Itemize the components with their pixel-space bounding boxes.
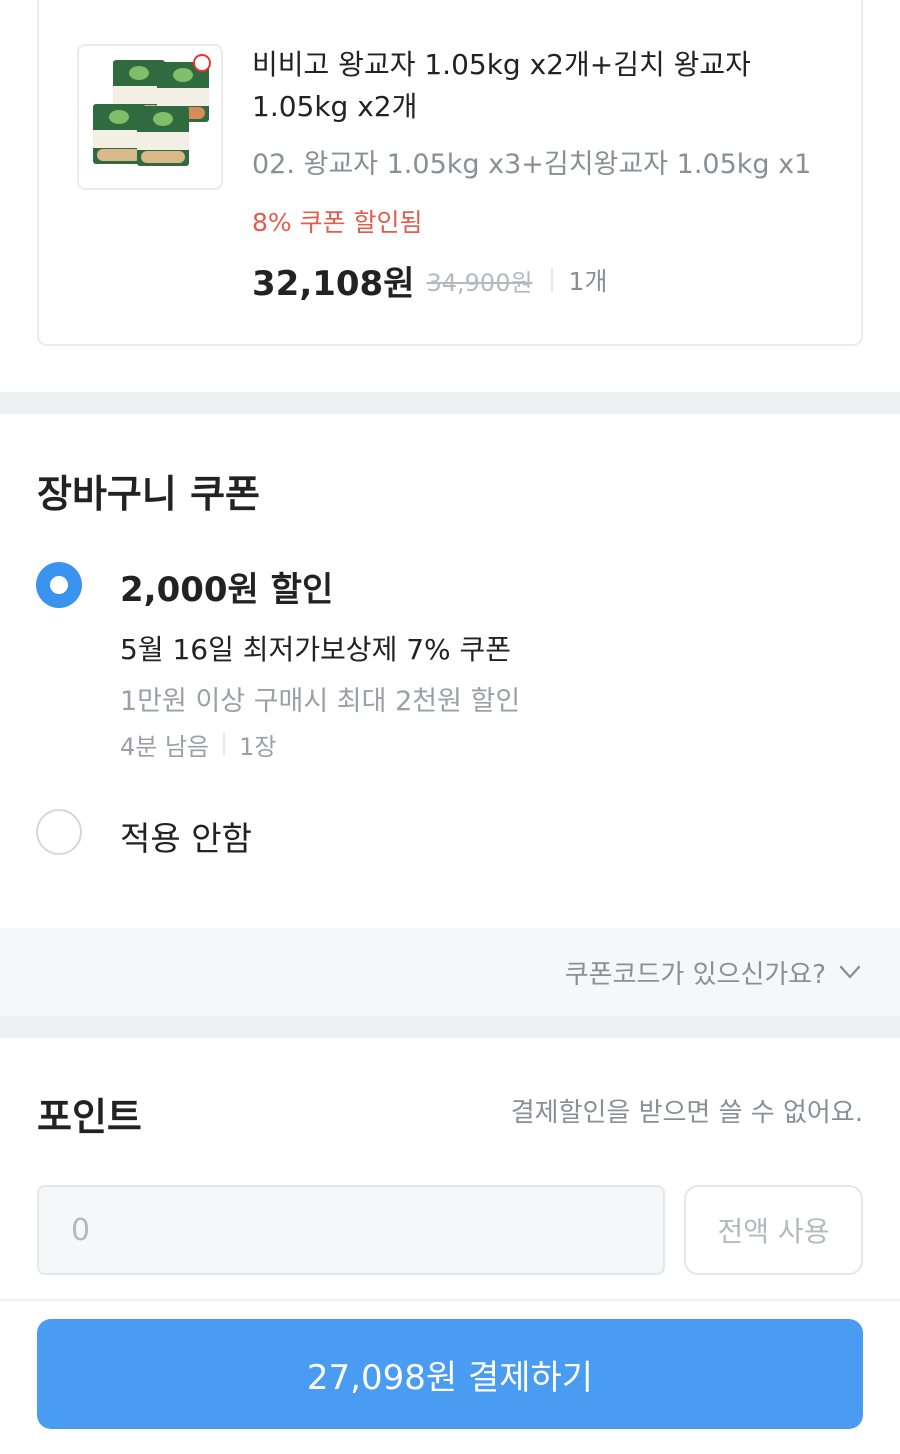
pay-button[interactable]: 27,098원 결제하기	[37, 1319, 863, 1429]
package-image	[137, 106, 189, 166]
chevron-down-icon	[839, 965, 861, 979]
coupon-name: 5월 16일 최저가보상제 7% 쿠폰	[120, 633, 512, 666]
radio-unchecked-icon[interactable]	[36, 809, 82, 855]
coupon-remaining-time: 4분 남음	[120, 732, 210, 761]
divider	[550, 268, 553, 292]
coupon-code-prompt: 쿠폰코드가 있으신가요?	[564, 959, 826, 990]
original-price: 34,900원	[426, 268, 533, 297]
price-row: 32,108원 34,900원 1개	[252, 260, 608, 304]
cart-coupon-title: 장바구니 쿠폰	[37, 472, 260, 516]
coupon-condition: 1만원 이상 구매시 최대 2천원 할인	[120, 686, 521, 717]
coupon-meta: 4분 남음 1장	[120, 728, 277, 761]
coupon-count: 1장	[239, 732, 277, 761]
section-divider	[0, 392, 900, 414]
coupon-amount[interactable]: 2,000원 할인	[120, 562, 333, 611]
checkout-page: 비비고 왕교자 1.05kg x2개+김치 왕교자 1.05kg x2개 02.…	[0, 0, 900, 1454]
coupon-code-toggle[interactable]: 쿠폰코드가 있으신가요?	[0, 928, 900, 1016]
use-all-points-button[interactable]: 전액 사용	[684, 1185, 863, 1275]
product-quantity: 1개	[568, 267, 608, 296]
divider	[223, 733, 226, 755]
product-thumbnail[interactable]	[77, 44, 223, 190]
bottom-divider	[0, 1299, 900, 1301]
coupon-none-label[interactable]: 적용 안함	[120, 812, 252, 860]
section-divider	[0, 1016, 900, 1038]
points-note: 결제할인을 받으면 쓸 수 없어요.	[510, 1098, 863, 1128]
product-card: 비비고 왕교자 1.05kg x2개+김치 왕교자 1.05kg x2개 02.…	[37, 0, 863, 346]
product-price: 32,108원	[252, 263, 415, 304]
product-option: 02. 왕교자 1.05kg x3+김치왕교자 1.05kg x1	[252, 149, 812, 180]
points-input[interactable]	[37, 1185, 665, 1275]
product-coupon-applied: 8% 쿠폰 할인됨	[252, 208, 423, 237]
radio-checked-icon[interactable]	[36, 562, 82, 608]
brand-logo-icon	[193, 54, 211, 72]
points-title: 포인트	[37, 1095, 142, 1139]
product-title[interactable]: 비비고 왕교자 1.05kg x2개+김치 왕교자 1.05kg x2개	[252, 44, 832, 128]
